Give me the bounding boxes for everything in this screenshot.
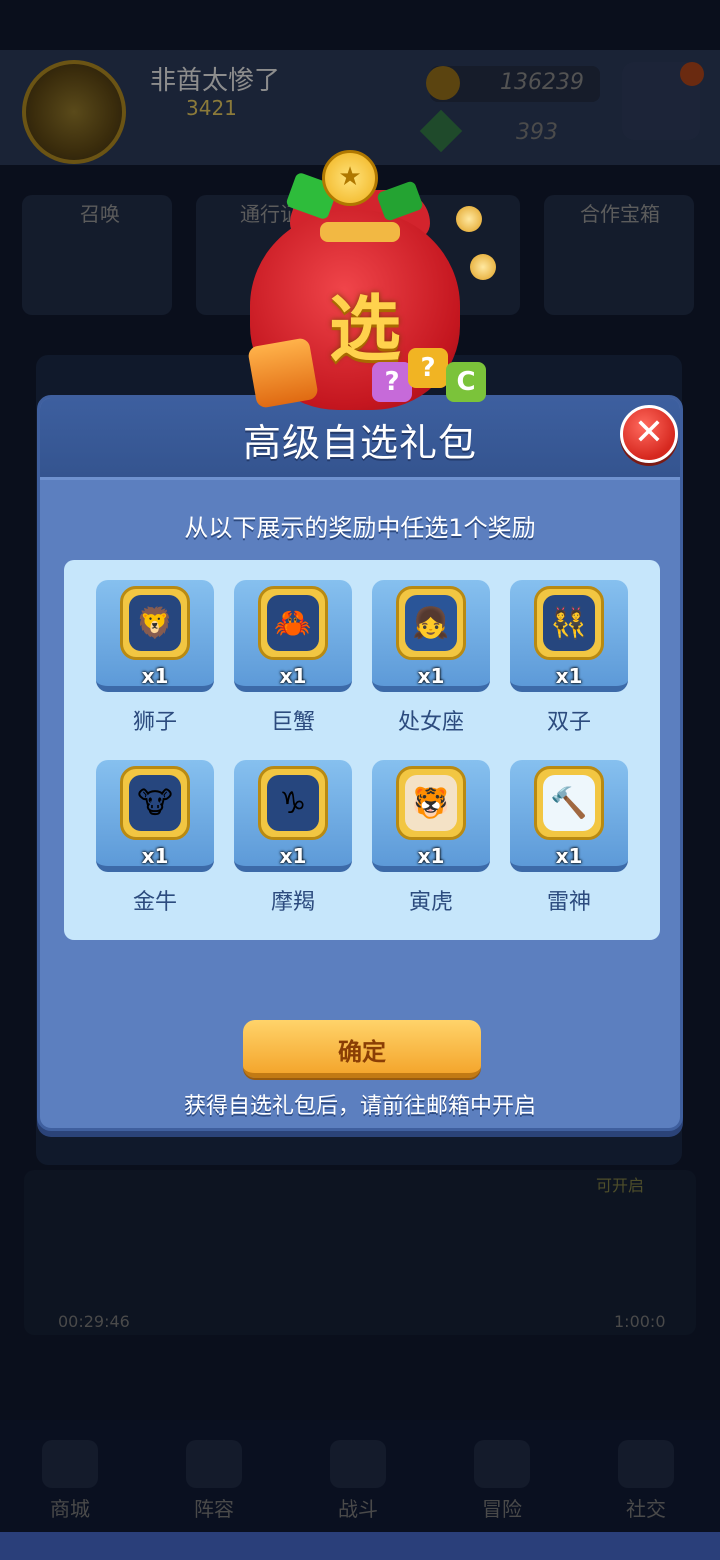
reward-quantity: x1	[555, 844, 583, 868]
tile-label-coop: 合作宝箱	[580, 202, 660, 226]
gem-value: 393	[516, 120, 558, 145]
reward-grid: 🦁 x1 狮子 🦀 x1 巨蟹 👧 x1 处女座 👯 x1 双子 🐮 x1 金牛 ♑ x1 摩羯 🐯 x1 寅虎 🔨 x1 雷…	[64, 560, 660, 940]
tile-label-summon: 召唤	[80, 202, 120, 226]
bead-icon	[456, 206, 482, 232]
c-dice-icon: C	[446, 362, 486, 402]
reward-name: 雷神	[546, 890, 591, 915]
reward-card: ♑ x1	[234, 760, 352, 872]
bag-knot	[320, 222, 400, 242]
mailbox-note: 获得自选礼包后，请前往邮箱中开启	[183, 1094, 536, 1119]
reward-quantity: x1	[141, 844, 169, 868]
close-button[interactable]: ✕	[620, 405, 678, 463]
close-icon: ✕	[633, 412, 665, 453]
star-icon: ★	[338, 162, 362, 192]
reward-card: 🦀 x1	[234, 580, 352, 692]
nav-adventure[interactable]: 冒险	[462, 1493, 542, 1522]
can-open-label: 可开启	[596, 1176, 645, 1195]
amber-gem-icon	[247, 337, 319, 409]
reward-card: 🔨 x1	[510, 760, 628, 872]
reward-quantity: x1	[417, 664, 445, 688]
reward-icon-bg: 🦁	[129, 595, 181, 651]
crab-icon: 🦀	[274, 605, 312, 641]
reward-quantity: x1	[279, 664, 307, 688]
reward-frame: ♑	[258, 766, 328, 840]
lineup-icon[interactable]	[186, 1440, 242, 1488]
game-screen: 非酋太惨了 3421 136239 393 召唤 通行证 合作宝箱 可开启 00…	[0, 0, 720, 1560]
nav-lineup[interactable]: 阵容	[174, 1493, 254, 1522]
reward-card: 🦁 x1	[96, 580, 214, 692]
social-icon[interactable]	[618, 1440, 674, 1488]
reward-item[interactable]: 🐮 x1 金牛	[96, 760, 214, 920]
nav-shop[interactable]: 商城	[30, 1493, 110, 1522]
question-dice-icon: ?	[372, 362, 412, 402]
virgo-icon: 👧	[412, 605, 450, 641]
reward-name: 金牛	[132, 890, 177, 915]
thor-hammer-icon: 🔨	[550, 785, 588, 821]
reward-item[interactable]: 🦀 x1 巨蟹	[234, 580, 352, 740]
gemini-icon: 👯	[550, 605, 588, 641]
reward-frame: 🐯	[396, 766, 466, 840]
shop-icon[interactable]	[42, 1440, 98, 1488]
adventure-icon[interactable]	[474, 1440, 530, 1488]
reward-frame: 🦀	[258, 586, 328, 660]
reward-card: 🐯 x1	[372, 760, 490, 872]
reward-name: 寅虎	[408, 890, 453, 915]
reward-quantity: x1	[417, 844, 445, 868]
reward-name: 处女座	[397, 710, 464, 735]
chest-timer-2: 1:00:0	[614, 1312, 666, 1331]
reward-card: 🐮 x1	[96, 760, 214, 872]
tiger-icon: 🐯	[412, 785, 450, 821]
gift-bag-icon: ★ 选 ? ? C	[230, 150, 500, 420]
reward-name: 摩羯	[270, 890, 315, 915]
reward-frame: 👯	[534, 586, 604, 660]
reward-icon-bg: 🐯	[405, 775, 457, 831]
bag-select-char: 选	[328, 287, 401, 371]
player-name: 非酋太惨了	[150, 66, 281, 96]
reward-icon-bg: 🔨	[543, 775, 595, 831]
reward-item[interactable]: ♑ x1 摩羯	[234, 760, 352, 920]
coin-icon	[426, 66, 460, 100]
bead-icon-2	[470, 254, 496, 280]
confirm-label: 确定	[338, 1038, 386, 1066]
confirm-button[interactable]: 确定	[243, 1020, 481, 1078]
question-dice-icon-2: ?	[408, 348, 448, 388]
nav-battle[interactable]: 战斗	[318, 1493, 398, 1522]
coin-value: 136239	[500, 70, 584, 95]
bottom-strip	[0, 1532, 720, 1560]
instruction-text: 从以下展示的奖励中任选1个奖励	[184, 514, 536, 542]
gift-pack-dialog: 高级自选礼包 从以下展示的奖励中任选1个奖励 🦁 x1 狮子 🦀 x1 巨蟹 👧 x1 处女座 👯…	[37, 395, 683, 1131]
player-avatar[interactable]	[22, 60, 126, 164]
lion-icon: 🦁	[136, 605, 174, 641]
dialog-title: 高级自选礼包	[242, 421, 477, 465]
reward-icon-bg: 🐮	[129, 775, 181, 831]
reward-item[interactable]: 👯 x1 双子	[510, 580, 628, 740]
taurus-icon: 🐮	[137, 785, 173, 821]
player-level: 3421	[186, 96, 237, 120]
reward-frame: 👧	[396, 586, 466, 660]
reward-card: 👧 x1	[372, 580, 490, 692]
reward-card: 👯 x1	[510, 580, 628, 692]
reward-quantity: x1	[279, 844, 307, 868]
reward-icon-bg: 👧	[405, 595, 457, 651]
reward-frame: 🦁	[120, 586, 190, 660]
reward-icon-bg: 🦀	[267, 595, 319, 651]
battle-icon[interactable]	[330, 1440, 386, 1488]
reward-item[interactable]: 👧 x1 处女座	[372, 580, 490, 740]
reward-name: 狮子	[132, 710, 177, 735]
reward-quantity: x1	[555, 664, 583, 688]
reward-quantity: x1	[141, 664, 169, 688]
reward-icon-bg: 👯	[543, 595, 595, 651]
capricorn-icon: ♑	[279, 785, 307, 821]
notification-badge	[680, 62, 704, 86]
reward-item[interactable]: 🐯 x1 寅虎	[372, 760, 490, 920]
reward-icon-bg: ♑	[267, 775, 319, 831]
reward-frame: 🐮	[120, 766, 190, 840]
reward-frame: 🔨	[534, 766, 604, 840]
reward-item[interactable]: 🔨 x1 雷神	[510, 760, 628, 920]
nav-social[interactable]: 社交	[606, 1493, 686, 1522]
reward-name: 双子	[546, 710, 591, 735]
reward-name: 巨蟹	[270, 710, 315, 735]
reward-item[interactable]: 🦁 x1 狮子	[96, 580, 214, 740]
chest-timer: 00:29:46	[58, 1312, 130, 1331]
